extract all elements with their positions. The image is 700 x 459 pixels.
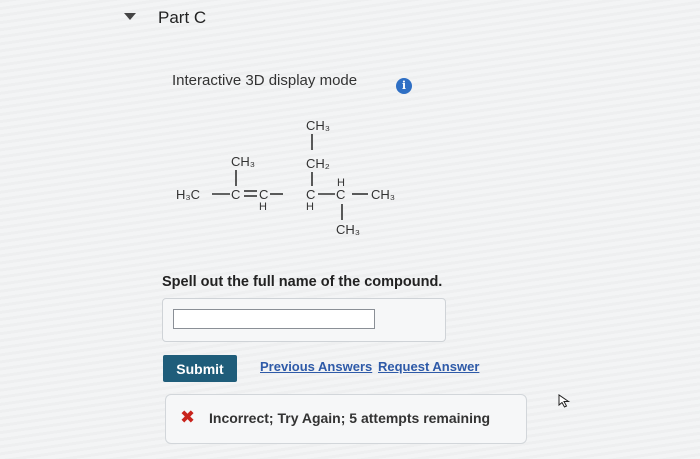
atom-c1-methyl: CH₃ [231,154,255,169]
submit-button[interactable]: Submit [163,355,237,382]
display-mode-label[interactable]: Interactive 3D display mode [172,72,357,89]
atom-h3c: H₃C [176,187,200,202]
atom-ch3-top: CH₃ [306,118,330,133]
atom-ch3-right: CH₃ [371,187,395,202]
atom-c2: C [259,187,268,202]
atom-c4: C [336,187,345,202]
info-icon[interactable]: i [396,78,412,94]
atom-c3-hydrogen: H [306,201,314,213]
x-icon: ✖ [180,407,196,427]
atom-ch2: CH₂ [306,156,330,171]
question-text: Spell out the full name of the compound. [162,274,443,290]
answer-box [162,298,446,342]
atom-c1: C [231,187,240,202]
request-answer-link[interactable]: Request Answer [378,359,479,374]
atom-c3: C [306,187,315,202]
feedback-text: Incorrect; Try Again; 5 attempts remaini… [209,410,491,426]
structural-formula: H₃C C CH₃ C H C H CH₂ CH₃ H C CH₃ CH₃ [176,118,395,237]
atom-c2-hydrogen: H [259,201,267,213]
feedback-box: ✖ Incorrect; Try Again; 5 attempts remai… [165,394,527,444]
mouse-cursor-icon [558,394,571,408]
collapse-arrow-icon[interactable] [124,13,136,20]
answer-input[interactable] [173,309,375,329]
atom-ch3-bottom: CH₃ [336,222,360,237]
previous-answers-link[interactable]: Previous Answers [260,359,372,374]
part-title: Part C [158,8,207,27]
